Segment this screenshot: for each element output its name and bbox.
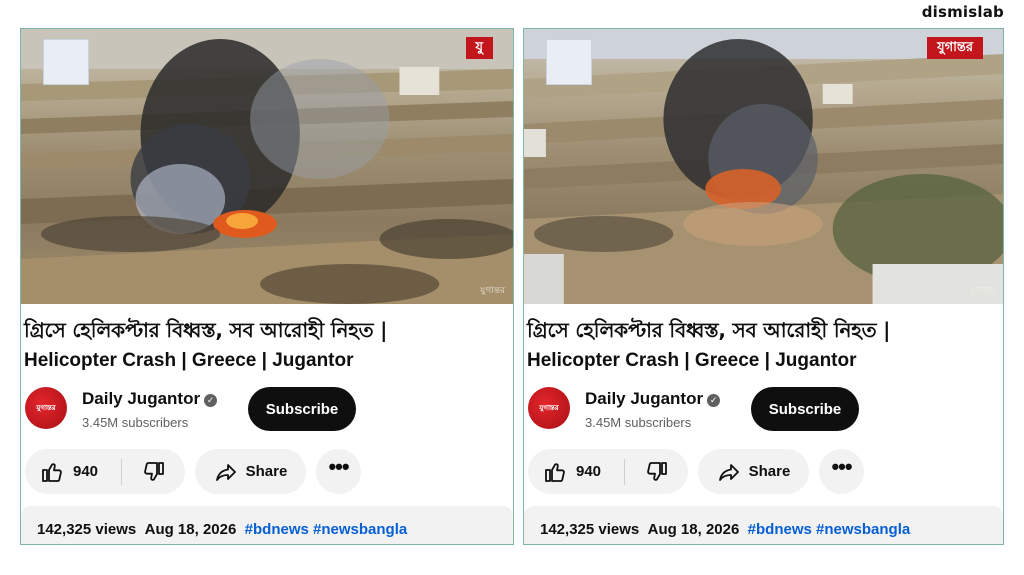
dislike-button[interactable] (122, 449, 185, 494)
subscriber-count: 3.45M subscribers (82, 415, 189, 430)
video-watermark: যুগান্তর (480, 286, 505, 296)
avatar-text: যুগান্তর (36, 404, 56, 412)
hashtags-link[interactable]: #bdnews #newsbangla (748, 521, 911, 538)
more-dots-icon: ••• (328, 453, 349, 479)
share-button[interactable]: Share (698, 449, 809, 494)
share-arrow-icon (215, 463, 236, 481)
verified-badge-icon: ✓ (707, 394, 721, 407)
share-arrow-icon (718, 463, 739, 481)
verified-badge-icon: ✓ (204, 394, 218, 407)
description-box[interactable]: 142,325 views Aug 18, 2026 #bdnews #news… (21, 506, 513, 544)
like-count: 940 (576, 463, 602, 480)
video-frame-scene (524, 29, 1003, 304)
thumbs-down-icon (143, 461, 164, 481)
video-title-bengali: গ্রিসে হেলিকপ্টার বিধ্বস্ত, সব আরোহী নিহ… (527, 318, 891, 342)
video-player[interactable]: যুগান্তর যুগান্তর (524, 29, 1003, 304)
video-title-bengali: গ্রিসে হেলিকপ্টার বিধ্বস্ত, সব আরোহী নিহ… (24, 318, 388, 342)
channel-avatar[interactable]: যুগান্তর (528, 387, 570, 429)
thumbs-up-icon (42, 462, 62, 482)
view-count: 142,325 views (540, 521, 640, 538)
like-button[interactable]: 940 (528, 449, 624, 494)
description-box[interactable]: 142,325 views Aug 18, 2026 #bdnews #news… (524, 506, 1003, 544)
subscribe-button[interactable]: Subscribe (751, 387, 859, 431)
channel-watermark-logo: যুগান্তর (927, 37, 983, 59)
share-label: Share (245, 463, 288, 480)
like-dislike-group: 940 (528, 449, 688, 494)
avatar-text: যুগান্তর (539, 404, 559, 412)
more-actions-button[interactable]: ••• (316, 449, 361, 494)
video-panel-right: যুগান্তর যুগান্তর গ্রিসে হেলিকপ্টার বিধ্… (523, 28, 1004, 545)
more-actions-button[interactable]: ••• (819, 449, 864, 494)
thumbs-down-icon (646, 461, 667, 481)
channel-name-text: Daily Jugantor (82, 389, 201, 408)
share-button[interactable]: Share (195, 449, 306, 494)
video-title-english: Helicopter Crash | Greece | Jugantor (24, 350, 354, 371)
dislike-button[interactable] (625, 449, 688, 494)
channel-name[interactable]: Daily Jugantor ✓ (585, 389, 721, 409)
channel-name[interactable]: Daily Jugantor ✓ (82, 389, 218, 409)
video-frame-scene (21, 29, 513, 304)
more-dots-icon: ••• (831, 453, 852, 479)
like-button[interactable]: 940 (25, 449, 121, 494)
like-count: 940 (73, 463, 99, 480)
upload-date: Aug 18, 2026 (647, 521, 740, 538)
video-player[interactable]: যু যুগান্তর (21, 29, 513, 304)
hashtags-link[interactable]: #bdnews #newsbangla (245, 521, 408, 538)
thumbs-up-icon (545, 462, 565, 482)
channel-name-text: Daily Jugantor (585, 389, 704, 408)
overlay-badge (546, 39, 592, 85)
video-title-english: Helicopter Crash | Greece | Jugantor (527, 350, 857, 371)
video-watermark: যুগান্তর (970, 286, 995, 296)
channel-avatar[interactable]: যুগান্তর (25, 387, 67, 429)
overlay-badge (43, 39, 89, 85)
share-label: Share (748, 463, 791, 480)
like-dislike-group: 940 (25, 449, 185, 494)
brand-logo: dismislab (921, 3, 1004, 21)
view-count: 142,325 views (37, 521, 137, 538)
subscriber-count: 3.45M subscribers (585, 415, 692, 430)
subscribe-button[interactable]: Subscribe (248, 387, 356, 431)
upload-date: Aug 18, 2026 (144, 521, 237, 538)
channel-watermark-logo: যু (465, 37, 493, 59)
video-panel-left: যু যুগান্তর গ্রিসে হেলিকপ্টার বিধ্বস্ত, … (20, 28, 514, 545)
